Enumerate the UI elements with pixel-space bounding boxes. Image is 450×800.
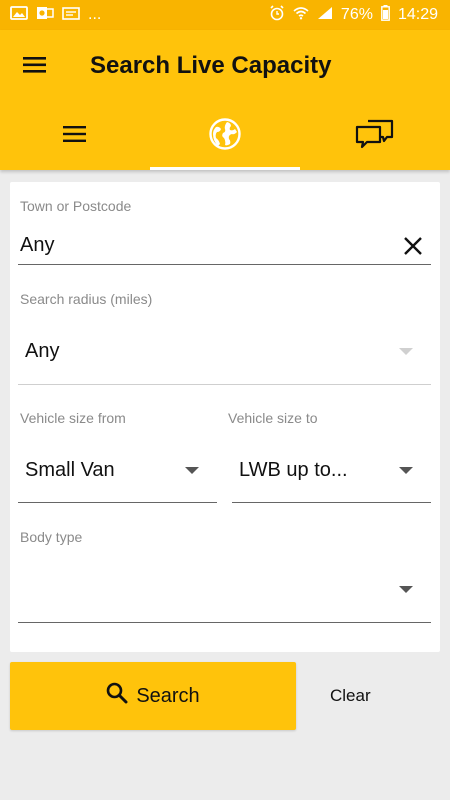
size-to-dropdown-icon[interactable] [399,467,413,474]
size-to-underline [232,502,431,503]
chat-icon [355,118,395,155]
size-from-dropdown-icon[interactable] [185,467,199,474]
body-type-label: Body type [20,529,83,545]
notification-area: ... [10,5,101,26]
system-status: 76% 14:29 [269,4,438,26]
radius-dropdown-icon[interactable] [399,348,413,355]
clear-location-icon[interactable] [403,236,423,261]
size-to-select[interactable]: LWB up to... [239,459,348,482]
tab-map[interactable] [150,102,300,170]
search-form: Town or Postcode Any Search radius (mile… [10,182,440,652]
tab-list[interactable] [0,102,150,170]
radius-label: Search radius (miles) [20,291,153,307]
battery-percent: 76% [340,6,373,23]
status-bar: ... 76% 14:29 [0,0,450,30]
search-button[interactable]: Search [10,662,296,730]
size-from-select[interactable]: Small Van [25,459,115,482]
globe-icon [208,117,242,156]
signal-icon [317,6,333,25]
notification-overflow: ... [88,6,102,23]
body-type-dropdown-icon[interactable] [399,586,413,593]
tab-messages[interactable] [300,102,450,170]
reminder-icon [62,5,80,26]
tab-bar [0,102,450,170]
menu-icon[interactable] [22,54,48,76]
size-to-label: Vehicle size to [228,410,318,426]
list-icon [62,124,88,149]
body-type-underline [18,622,431,623]
battery-icon [381,4,390,26]
location-label: Town or Postcode [20,198,132,214]
search-icon [106,682,128,710]
page-title: Search Live Capacity [90,52,332,79]
size-from-label: Vehicle size from [20,410,126,426]
alarm-icon [269,4,285,26]
image-icon [10,5,28,25]
wifi-icon [293,6,309,25]
search-button-label: Search [136,684,200,707]
radius-select[interactable]: Any [25,340,59,363]
radius-underline [18,384,431,385]
clock: 14:29 [397,6,438,23]
clear-button[interactable]: Clear [330,686,371,706]
location-underline [18,264,431,265]
outlook-icon [36,5,54,26]
app-bar: Search Live Capacity [0,30,450,170]
location-input[interactable]: Any [20,234,54,257]
size-from-underline [18,502,217,503]
